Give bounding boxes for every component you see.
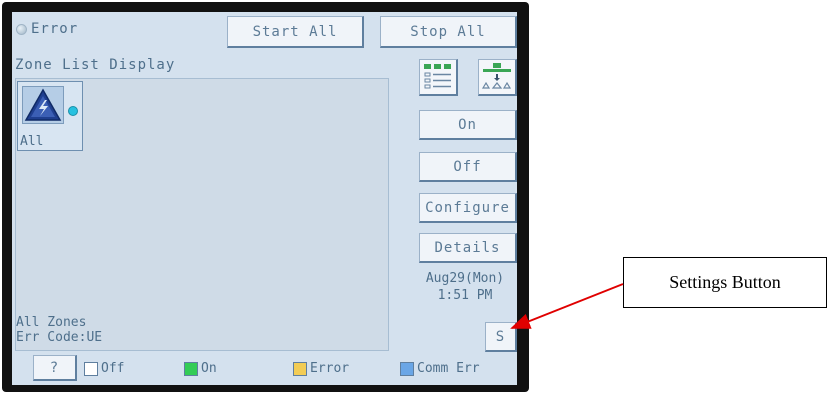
callout-arrow-icon — [510, 283, 624, 329]
